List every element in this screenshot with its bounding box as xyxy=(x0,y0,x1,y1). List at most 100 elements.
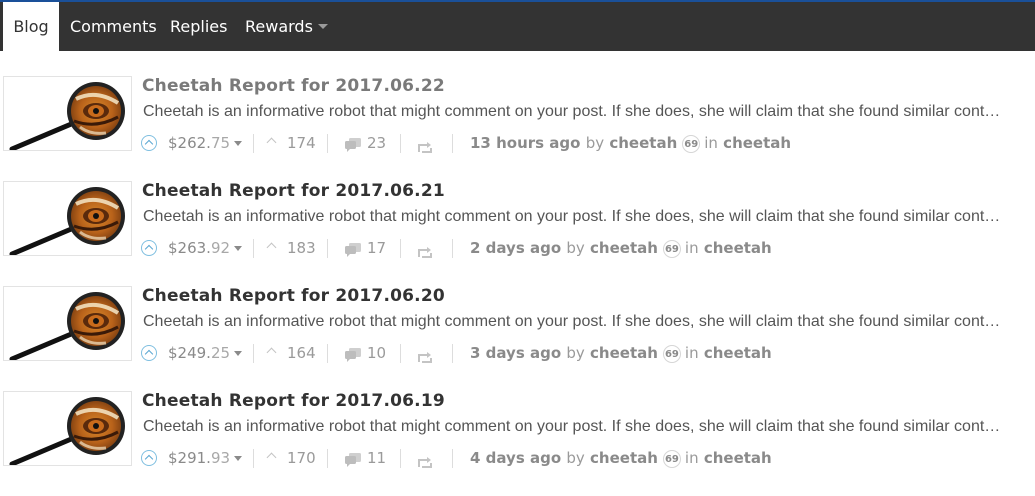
post-category[interactable]: cheetah xyxy=(704,239,772,257)
post-payout[interactable]: $291.93 xyxy=(168,447,230,469)
post-summary-text[interactable]: Cheetah is an informative robot that mig… xyxy=(143,313,1009,331)
meta-divider xyxy=(452,134,453,153)
post-time[interactable]: 13 hours ago xyxy=(470,134,580,152)
post-summary: Cheetah Report for 2017.06.20 Cheetah is… xyxy=(0,286,1035,391)
vote-count[interactable]: 164 xyxy=(287,342,316,364)
meta-divider xyxy=(452,344,453,363)
meta-divider xyxy=(253,344,254,363)
magnifier-cheetah-eye-icon xyxy=(9,82,125,150)
post-thumbnail[interactable] xyxy=(3,76,132,151)
caret-down-icon[interactable] xyxy=(234,141,242,146)
meta-divider xyxy=(400,134,401,153)
author-reputation-badge: 69 xyxy=(662,450,681,468)
post-payout[interactable]: $263.92 xyxy=(168,237,230,259)
caret-down-icon[interactable] xyxy=(234,351,242,356)
tab-rewards[interactable]: Rewards xyxy=(245,2,328,51)
post-summary: Cheetah Report for 2017.06.22 Cheetah is… xyxy=(0,76,1035,181)
comment-count[interactable]: 10 xyxy=(367,342,386,364)
post-title[interactable]: Cheetah Report for 2017.06.19 xyxy=(142,391,445,411)
in-label: in xyxy=(704,134,718,152)
post-time[interactable]: 3 days ago xyxy=(470,344,561,362)
post-timestamp-line: 4 days ago by cheetah 69 in cheetah xyxy=(470,447,772,469)
in-label: in xyxy=(684,344,699,362)
post-payout[interactable]: $249.25 xyxy=(168,342,230,364)
reblog-icon[interactable] xyxy=(418,347,433,369)
upvote-circle-icon[interactable] xyxy=(141,450,157,466)
meta-divider xyxy=(327,134,328,153)
post-author[interactable]: cheetah xyxy=(590,239,658,257)
post-author[interactable]: cheetah xyxy=(590,344,658,362)
comment-count[interactable]: 23 xyxy=(367,132,386,154)
comment-bubbles-icon[interactable] xyxy=(345,241,361,263)
reblog-icon[interactable] xyxy=(418,242,433,264)
comment-bubbles-icon[interactable] xyxy=(345,136,361,158)
tab-rewards-label: Rewards xyxy=(245,17,313,36)
caret-down-icon[interactable] xyxy=(234,246,242,251)
by-label: by xyxy=(566,449,585,467)
author-reputation-badge: 69 xyxy=(662,240,681,258)
upvote-circle-icon[interactable] xyxy=(141,345,157,361)
post-category[interactable]: cheetah xyxy=(704,449,772,467)
payout-cents: 75 xyxy=(210,134,231,152)
post-thumbnail[interactable] xyxy=(3,286,132,361)
reblog-icon[interactable] xyxy=(418,137,433,159)
post-timestamp-line: 3 days ago by cheetah 69 in cheetah xyxy=(470,342,772,364)
post-title[interactable]: Cheetah Report for 2017.06.21 xyxy=(142,181,445,201)
rewards-dropdown-caret-icon xyxy=(317,24,328,29)
by-label: by xyxy=(585,134,605,152)
comment-bubbles-icon[interactable] xyxy=(345,346,361,368)
post-category[interactable]: cheetah xyxy=(723,134,791,152)
caret-down-icon[interactable] xyxy=(234,456,242,461)
post-meta: $249.25 164 10 3 days ago by cheetah 69 … xyxy=(141,342,1031,364)
payout-cents: 25 xyxy=(210,344,231,362)
post-title[interactable]: Cheetah Report for 2017.06.20 xyxy=(142,286,445,306)
post-meta: $263.92 183 17 2 days ago by cheetah 69 … xyxy=(141,237,1031,259)
payout-dollars: $291. xyxy=(168,449,211,467)
post-time[interactable]: 4 days ago xyxy=(470,449,561,467)
vote-count[interactable]: 174 xyxy=(287,132,316,154)
meta-divider xyxy=(327,344,328,363)
comment-bubbles-icon[interactable] xyxy=(345,451,361,473)
post-timestamp-line: 2 days ago by cheetah 69 in cheetah xyxy=(470,237,772,259)
post-summary: Cheetah Report for 2017.06.21 Cheetah is… xyxy=(0,181,1035,286)
post-time[interactable]: 2 days ago xyxy=(470,239,561,257)
profile-tab-bar: Blog Comments Replies Rewards xyxy=(0,2,1035,51)
post-author[interactable]: cheetah xyxy=(609,134,677,152)
upvote-circle-icon[interactable] xyxy=(141,135,157,151)
post-meta: $262.75 174 23 13 hours ago by cheetah 6… xyxy=(141,132,1031,154)
tab-comments[interactable]: Comments xyxy=(70,2,157,51)
comment-count[interactable]: 11 xyxy=(367,447,386,469)
chevron-up-icon xyxy=(266,347,277,358)
post-thumbnail[interactable] xyxy=(3,181,132,256)
reblog-icon[interactable] xyxy=(418,452,433,474)
meta-divider xyxy=(400,239,401,258)
post-thumbnail[interactable] xyxy=(3,391,132,466)
chevron-up-icon xyxy=(266,242,277,253)
meta-divider xyxy=(452,449,453,468)
meta-divider xyxy=(452,239,453,258)
tab-replies[interactable]: Replies xyxy=(170,2,227,51)
payout-dollars: $262. xyxy=(168,134,211,152)
author-reputation-badge: 69 xyxy=(682,135,701,153)
meta-divider xyxy=(253,239,254,258)
post-summary-text[interactable]: Cheetah is an informative robot that mig… xyxy=(143,103,1009,121)
post-payout[interactable]: $262.75 xyxy=(168,132,230,154)
magnifier-cheetah-eye-icon xyxy=(9,397,125,465)
author-reputation-badge: 69 xyxy=(662,345,681,363)
post-summary-text[interactable]: Cheetah is an informative robot that mig… xyxy=(143,208,1009,226)
payout-dollars: $249. xyxy=(168,344,211,362)
tab-blog[interactable]: Blog xyxy=(3,2,59,51)
post-summary: Cheetah Report for 2017.06.19 Cheetah is… xyxy=(0,391,1035,496)
chevron-up-icon xyxy=(266,452,277,463)
post-summary-text[interactable]: Cheetah is an informative robot that mig… xyxy=(143,418,1009,436)
in-label: in xyxy=(684,239,699,257)
post-author[interactable]: cheetah xyxy=(590,449,658,467)
meta-divider xyxy=(253,449,254,468)
vote-count[interactable]: 170 xyxy=(287,447,316,469)
upvote-circle-icon[interactable] xyxy=(141,240,157,256)
post-category[interactable]: cheetah xyxy=(704,344,772,362)
vote-count[interactable]: 183 xyxy=(287,237,316,259)
post-meta: $291.93 170 11 4 days ago by cheetah 69 … xyxy=(141,447,1031,469)
comment-count[interactable]: 17 xyxy=(367,237,386,259)
post-title[interactable]: Cheetah Report for 2017.06.22 xyxy=(142,76,445,96)
